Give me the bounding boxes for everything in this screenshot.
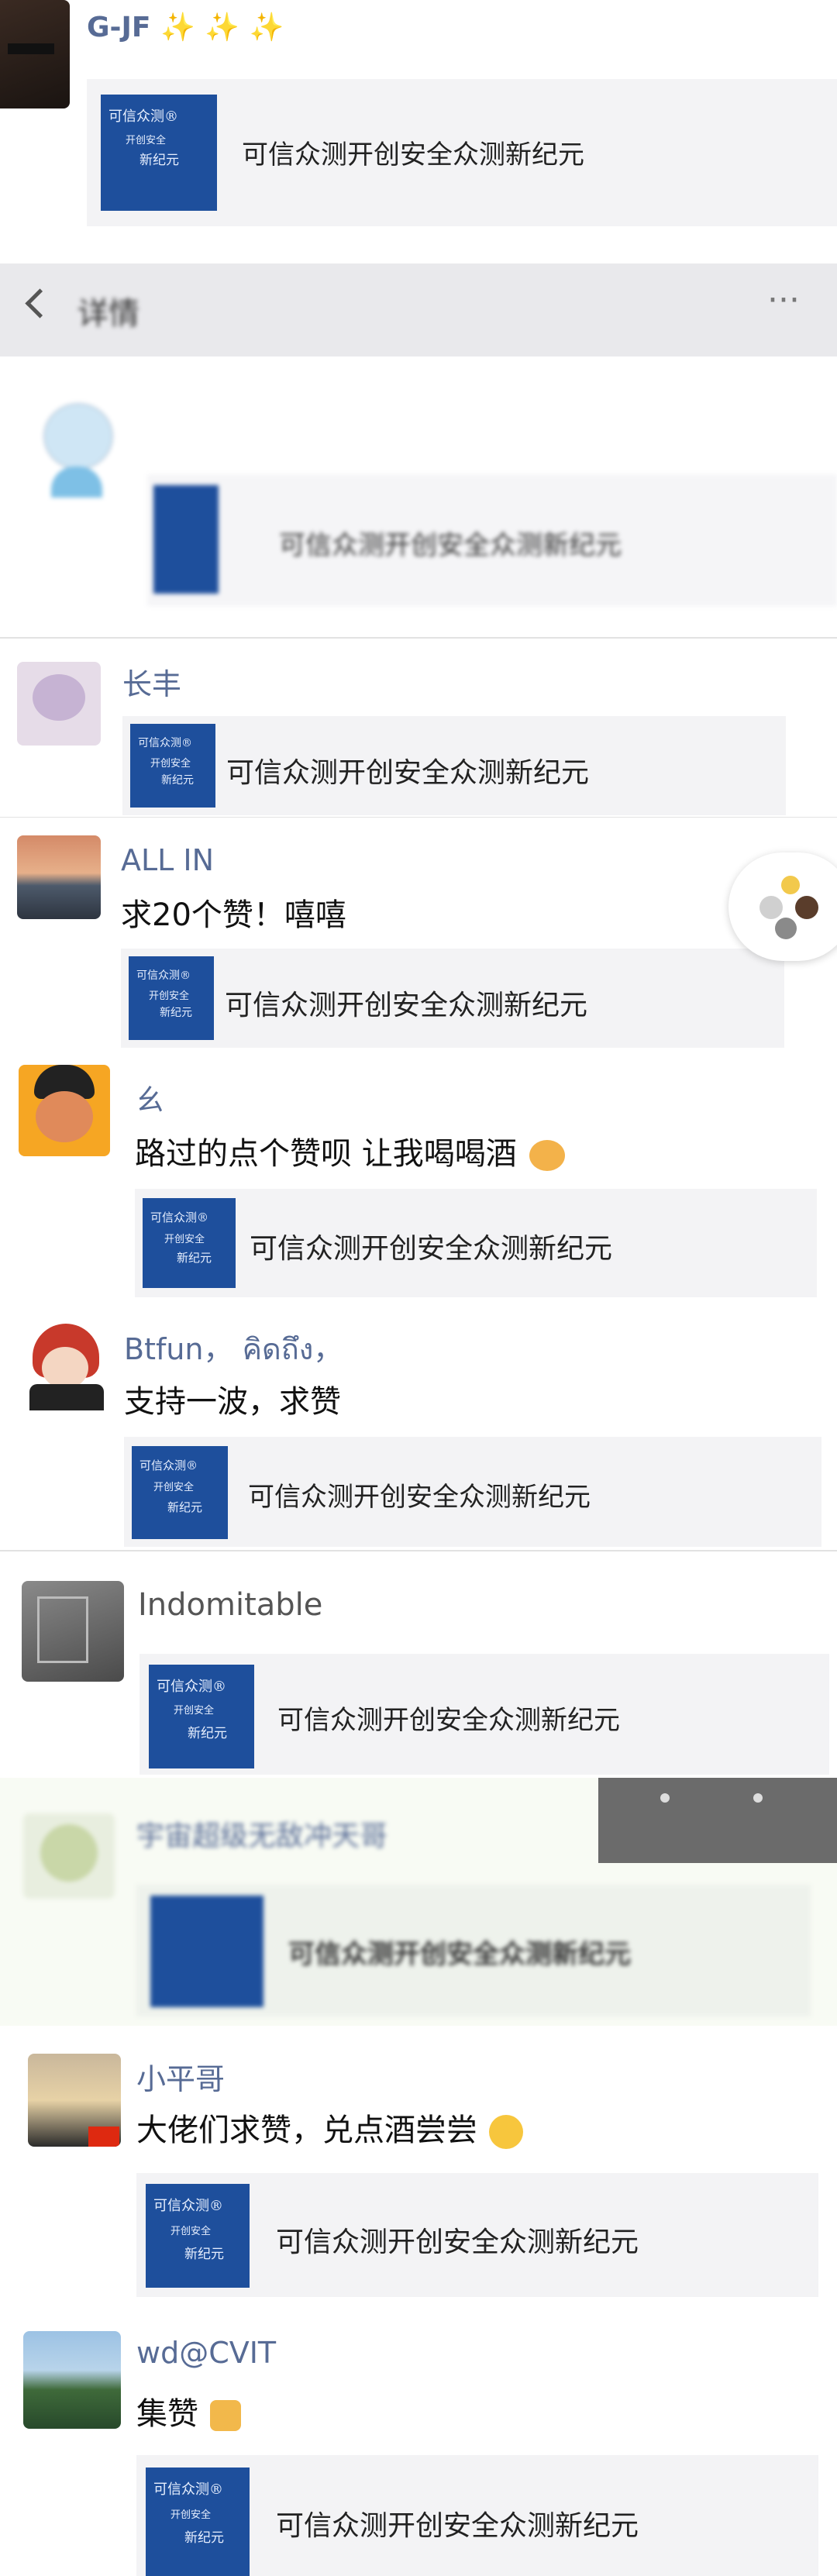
- card-title: 可信众测开创安全众测新纪元: [225, 990, 588, 1021]
- author-name[interactable]: ㄠ: [135, 1076, 164, 1118]
- header-title: 详情: [78, 296, 140, 332]
- moments-post: 详情 ··· 可信众测开创安全众测新纪元: [0, 248, 837, 635]
- link-card[interactable]: 可信众测® 开创安全 新纪元 可信众测开创安全众测新纪元: [121, 949, 784, 1048]
- card-title: 可信众测开创安全众测新纪元: [242, 139, 584, 170]
- floating-bubble[interactable]: [728, 852, 837, 961]
- avatar[interactable]: [0, 0, 70, 108]
- link-card[interactable]: 可信众测® 开创安全 新纪元 可信众测开创安全众测新纪元: [122, 716, 786, 815]
- moments-post: G-JF ✨ ✨ ✨ 可信众测® 开创安全 新纪元 可信众测开创安全众测新纪元: [0, 0, 837, 248]
- more-icon[interactable]: ···: [767, 281, 800, 320]
- moments-post: ㄠ 路过的点个赞呗 让我喝喝酒 可信众测® 开创安全 新纪元 可信众测开创安全众测新…: [0, 1051, 837, 1299]
- card-thumbnail: 可信众测® 开创安全 新纪元: [132, 1446, 228, 1539]
- divider: [0, 1550, 837, 1551]
- moments-post: 长丰 可信众测® 开创安全 新纪元 可信众测开创安全众测新纪元: [0, 640, 837, 818]
- author-name[interactable]: 小平哥: [136, 2055, 225, 2098]
- post-text: 大佬们求赞，兑点酒尝尝: [136, 2105, 523, 2150]
- praying-hands-emoji-icon: [209, 2400, 241, 2431]
- card-title: 可信众测开创安全众测新纪元: [279, 530, 622, 561]
- link-card[interactable]: 可信众测® 开创安全 新纪元 可信众测开创安全众测新纪元: [140, 1654, 829, 1775]
- link-card[interactable]: 可信众测® 开创安全 新纪元 可信众测开创安全众测新纪元: [136, 2173, 818, 2297]
- link-card[interactable]: 可信众测® 开创安全 新纪元 可信众测开创安全众测新纪元: [136, 2455, 818, 2576]
- card-title: 可信众测开创安全众测新纪元: [248, 1482, 591, 1513]
- back-icon[interactable]: [25, 288, 55, 319]
- dark-overlay: [598, 1778, 837, 1863]
- avatar[interactable]: [22, 1581, 124, 1682]
- author-name[interactable]: Indomitable: [138, 1587, 322, 1623]
- avatar[interactable]: [17, 662, 101, 746]
- author-name[interactable]: Btfun， คิดถึง，: [124, 1325, 343, 1372]
- sparkles-emoji: ✨ ✨ ✨: [160, 12, 284, 43]
- avatar[interactable]: [23, 1813, 115, 1899]
- card-thumbnail: 可信众测® 开创安全 新纪元: [143, 1198, 236, 1288]
- avatar[interactable]: [23, 2331, 121, 2429]
- author-name[interactable]: 宇宙超级无敌冲天哥: [136, 1813, 388, 1854]
- flag-icon: [88, 2127, 119, 2147]
- divider: [0, 817, 837, 818]
- moments-post: Btfun， คิดถึง， 支持一波，求赞 可信众测® 开创安全 新纪元 可信众测…: [0, 1299, 837, 1550]
- tears-of-joy-emoji-icon: [488, 2115, 523, 2149]
- card-thumbnail: 可信众测® 开创安全 新纪元: [146, 2184, 250, 2288]
- dot-icon: [753, 1793, 763, 1803]
- card-title: 可信众测开创安全众测新纪元: [288, 1939, 631, 1970]
- moments-post: wd@CVIT 集赞 可信众测® 开创安全 新纪元 可信众测开创安全众测新纪元: [0, 2317, 837, 2576]
- avatar[interactable]: [17, 835, 101, 919]
- post-text: 支持一波，求赞: [124, 1384, 341, 1420]
- dot-icon: [660, 1793, 670, 1803]
- divider: [0, 637, 837, 639]
- card-title: 可信众测开创安全众测新纪元: [226, 757, 590, 789]
- author-name[interactable]: ALL IN: [121, 843, 214, 877]
- moments-post: 小平哥 大佬们求赞，兑点酒尝尝 可信众测® 开创安全 新纪元 可信众测开创安全众测新…: [0, 2026, 837, 2317]
- link-card[interactable]: 可信众测® 开创安全 新纪元 可信众测开创安全众测新纪元: [87, 79, 837, 226]
- link-card[interactable]: 可信众测® 开创安全 新纪元 可信众测开创安全众测新纪元: [124, 1437, 822, 1547]
- bubble-dot-icon: [775, 918, 797, 939]
- dog-emoji-icon: [529, 1140, 566, 1171]
- avatar[interactable]: [23, 1319, 110, 1410]
- card-thumbnail: 可信众测® 开创安全 新纪元: [130, 724, 215, 808]
- link-card[interactable]: 可信众测开创安全众测新纪元: [136, 1885, 811, 2016]
- avatar[interactable]: [34, 397, 119, 498]
- post-text: 集赞: [136, 2388, 241, 2433]
- link-card[interactable]: 可信众测开创安全众测新纪元: [147, 474, 837, 606]
- author-name[interactable]: wd@CVIT: [136, 2336, 276, 2370]
- card-title: 可信众测开创安全众测新纪元: [250, 1233, 613, 1265]
- moments-post: 宇宙超级无敌冲天哥 可信众测开创安全众测新纪元: [0, 1778, 837, 2026]
- bubble-dot-icon: [781, 876, 800, 894]
- bubble-dot-icon: [760, 896, 783, 919]
- detail-header: 详情 ···: [0, 263, 837, 356]
- moments-post: ALL IN 求20个赞！嘻嘻 可信众测® 开创安全 新纪元 可信众测开创安全众测新…: [0, 818, 837, 1051]
- avatar[interactable]: [19, 1065, 110, 1156]
- card-thumbnail: 可信众测® 开创安全 新纪元: [146, 2468, 250, 2576]
- author-name[interactable]: G-JF ✨ ✨ ✨: [87, 11, 284, 43]
- card-thumbnail: 可信众测® 开创安全 新纪元: [129, 956, 214, 1040]
- card-title: 可信众测开创安全众测新纪元: [276, 2510, 639, 2542]
- card-thumbnail: [150, 1896, 264, 2007]
- avatar[interactable]: [28, 2054, 121, 2147]
- moments-post: Indomitable 可信众测® 开创安全 新纪元 可信众测开创安全众测新纪元: [0, 1553, 837, 1778]
- post-text: 求20个赞！嘻嘻: [121, 897, 346, 933]
- bubble-dot-icon: [795, 896, 818, 919]
- card-thumbnail: 可信众测® 开创安全 新纪元: [101, 95, 217, 211]
- card-thumbnail: [153, 485, 219, 594]
- post-text: 路过的点个赞呗 让我喝喝酒: [135, 1128, 566, 1173]
- card-title: 可信众测开创安全众测新纪元: [276, 2226, 639, 2258]
- card-title: 可信众测开创安全众测新纪元: [277, 1705, 620, 1736]
- author-name[interactable]: 长丰: [122, 660, 181, 703]
- card-thumbnail: 可信众测® 开创安全 新纪元: [149, 1665, 254, 1768]
- link-card[interactable]: 可信众测® 开创安全 新纪元 可信众测开创安全众测新纪元: [135, 1189, 817, 1297]
